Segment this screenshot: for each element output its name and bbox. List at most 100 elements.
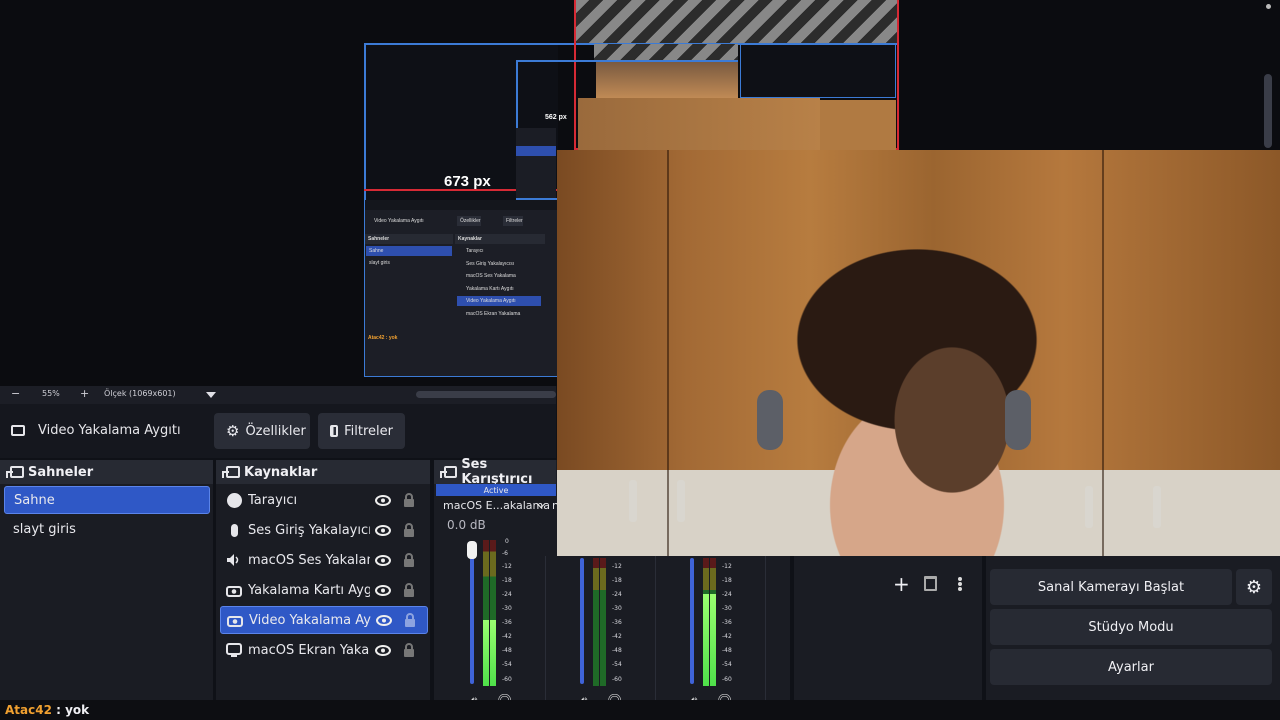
scale-tick: -60: [722, 676, 732, 683]
scale-tick: -30: [722, 605, 732, 612]
properties-button[interactable]: ⚙ Özellikler: [214, 413, 310, 449]
level-meter-bar: [600, 558, 606, 686]
level-meter-bar: [593, 558, 599, 686]
scale-tick: -48: [722, 647, 732, 654]
mixer-divider: [765, 556, 766, 720]
headphones: [757, 390, 783, 450]
scale-tick: -60: [502, 676, 512, 683]
settings-label: Ayarlar: [1108, 659, 1154, 675]
eye-icon[interactable]: [371, 614, 397, 626]
lock-icon[interactable]: [396, 493, 422, 507]
scale-tick: -6: [502, 550, 508, 557]
scenes-dock-title: Sahneler: [0, 460, 213, 484]
source-item-audio-input[interactable]: Ses Giriş Yakalayıcısı: [220, 516, 428, 544]
monitor-icon: [220, 643, 248, 657]
scene-item-sahne[interactable]: Sahne: [4, 486, 210, 514]
mini-status: Atac42 : yok: [368, 335, 398, 341]
eye-icon[interactable]: [370, 554, 396, 566]
inner-dark-panel: [740, 45, 896, 98]
add-transition-plus-icon[interactable]: +: [893, 572, 910, 596]
source-item-macos-audio[interactable]: macOS Ses Yakalama: [220, 546, 428, 574]
lock-icon[interactable]: [396, 523, 422, 537]
lock-icon[interactable]: [396, 643, 422, 657]
more-vertical-icon[interactable]: [958, 577, 962, 581]
cabinet-handle: [677, 480, 685, 522]
mini-filters: Filtreler: [503, 216, 523, 226]
preview-scroll-arrow-icon[interactable]: [1266, 4, 1271, 9]
cabinet-handle: [1085, 486, 1093, 528]
cabinet-handle: [629, 480, 637, 522]
mini-sources-title: Kaynaklar: [455, 234, 545, 244]
volume-slider-track[interactable]: [580, 558, 584, 684]
eye-icon[interactable]: [370, 644, 396, 656]
zoom-bar: − 55% + Ölçek (1069x601): [0, 386, 556, 404]
level-meter-fill: [483, 620, 489, 686]
gear-icon: ⚙: [226, 422, 240, 440]
eye-icon[interactable]: [370, 524, 396, 536]
preview-horizontal-scrollbar[interactable]: [416, 391, 556, 398]
volume-slider-handle[interactable]: [467, 541, 477, 559]
width-label-small: 562 px: [545, 114, 567, 121]
scale-dropdown-icon[interactable]: [206, 392, 216, 398]
source-label: macOS Ekran Yakalama: [248, 642, 370, 658]
scale-tick: -54: [722, 661, 732, 668]
virtual-camera-settings-button[interactable]: ⚙: [1236, 569, 1272, 605]
active-tab-label: Active: [483, 485, 509, 495]
preview-vertical-scrollbar[interactable]: [1264, 74, 1272, 148]
filters-button[interactable]: Filtreler: [318, 413, 405, 449]
dock-icon: [6, 466, 24, 478]
scene-item-slayt-giris[interactable]: slayt giris: [4, 515, 210, 543]
zoom-out-button[interactable]: −: [11, 387, 20, 400]
mini-scenes-title: Sahneler: [365, 234, 453, 244]
scale-tick: -36: [502, 619, 512, 626]
scenes-title: Sahneler: [28, 464, 94, 480]
source-label: Ses Giriş Yakalayıcısı: [248, 522, 370, 538]
volume-slider-track[interactable]: [690, 558, 694, 684]
status-username: Atac42: [5, 703, 52, 717]
globe-icon: [220, 492, 248, 508]
mini-source-4: Yakalama Kartı Aygıtı: [466, 286, 514, 292]
mini-header: Video Yakalama Aygıtı: [374, 218, 424, 224]
inner-mini-obs: [516, 128, 556, 198]
scale-label: Ölçek (1069x601): [104, 389, 176, 398]
volume-slider-track[interactable]: [470, 548, 474, 684]
scale-tick: -18: [612, 577, 622, 584]
eye-icon[interactable]: [370, 584, 396, 596]
level-meter-fill: [703, 593, 709, 686]
gear-icon: ⚙: [1245, 576, 1263, 598]
source-item-capture-card[interactable]: Yakalama Kartı Aygıtı: [220, 576, 428, 604]
lock-icon[interactable]: [396, 553, 422, 567]
source-item-video-capture[interactable]: Video Yakalama Aygıtı: [220, 606, 428, 634]
scale-tick: -36: [722, 619, 732, 626]
zoom-percent: 55%: [42, 389, 60, 398]
trash-icon[interactable]: [924, 576, 937, 591]
mini-scene-2: slayt giris: [369, 260, 390, 266]
speaker-icon: [220, 553, 248, 567]
scale-tick: -54: [502, 661, 512, 668]
source-item-screen-capture[interactable]: macOS Ekran Yakalama: [220, 636, 428, 664]
source-label: macOS Ses Yakalama: [248, 552, 370, 568]
camera-icon: [220, 584, 248, 597]
scale-tick: -12: [722, 563, 732, 570]
studio-mode-button[interactable]: Stüdyo Modu: [990, 609, 1272, 645]
scale-tick: -42: [612, 633, 622, 640]
source-label: Video Yakalama Aygıtı: [249, 612, 371, 628]
level-meter-bar: [483, 540, 489, 686]
mixer-active-tab[interactable]: Active: [436, 484, 556, 496]
headphones: [1005, 390, 1031, 450]
lock-icon[interactable]: [396, 583, 422, 597]
settings-button[interactable]: Ayarlar: [990, 649, 1272, 685]
start-virtual-camera-button[interactable]: Sanal Kamerayı Başlat: [990, 569, 1232, 605]
eye-icon[interactable]: [370, 494, 396, 506]
lock-icon[interactable]: [397, 613, 423, 627]
mixer-dock-title: Ses Karıştırıcı: [434, 457, 556, 487]
zoom-in-button[interactable]: +: [80, 387, 89, 400]
inner-hatched-region: [594, 44, 738, 60]
level-meter-fill: [490, 620, 496, 686]
sources-title: Kaynaklar: [244, 464, 318, 480]
scale-tick: -60: [612, 676, 622, 683]
virtual-camera-label: Sanal Kamerayı Başlat: [1037, 579, 1185, 595]
source-item-browser[interactable]: Tarayıcı: [220, 486, 428, 514]
scale-tick: 0: [505, 538, 509, 545]
channel-name: macOS E...akalama: [443, 499, 550, 512]
